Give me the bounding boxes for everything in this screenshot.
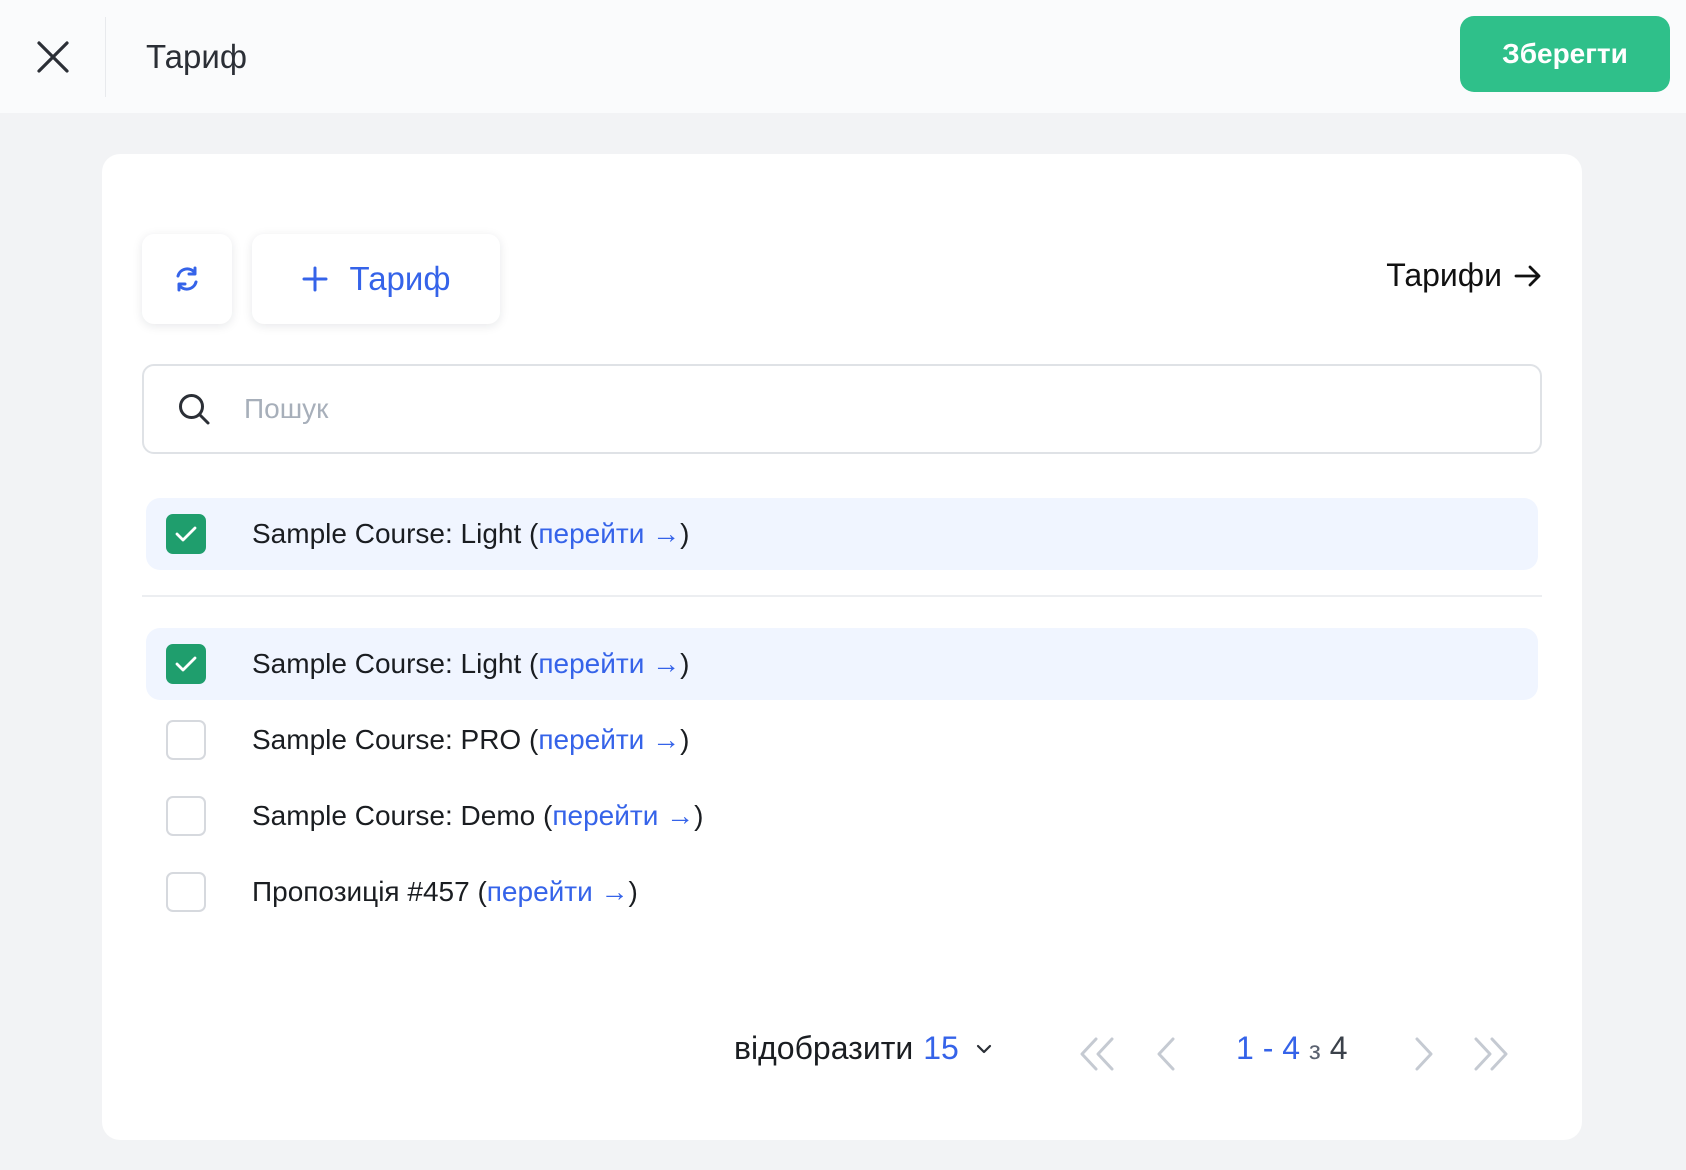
tariff-picker-card: Тариф Тарифи Sample Course: Light (перей…: [102, 154, 1582, 1140]
top-bar: Тариф Зберегти: [0, 0, 1686, 113]
list-item[interactable]: Sample Course: Demo (перейти →): [146, 780, 1538, 852]
refresh-icon: [176, 266, 198, 292]
last-page-button[interactable]: [1468, 1032, 1512, 1076]
pagination: відобразити 15 1 - 4 з 4: [102, 1022, 1582, 1082]
chevron-left-icon: [1157, 1037, 1175, 1071]
section-divider: [142, 595, 1542, 597]
close-icon: [36, 40, 69, 73]
per-page-select[interactable]: відобразити 15: [734, 1030, 993, 1067]
item-label: Пропозиція #457 (перейти →): [252, 876, 638, 907]
check-icon: [175, 526, 197, 542]
per-page-value: 15: [923, 1030, 959, 1066]
list-item[interactable]: Sample Course: Light (перейти →): [146, 628, 1538, 700]
search-input[interactable]: [244, 369, 1540, 449]
arrow-right-icon: [1514, 265, 1541, 286]
checkbox[interactable]: [166, 796, 206, 836]
item-label: Sample Course: PRO (перейти →): [252, 724, 690, 755]
search-box: [142, 364, 1542, 454]
goto-link[interactable]: перейти →: [487, 876, 629, 907]
item-label: Sample Course: Light (перейти →): [252, 518, 690, 549]
page-title: Тариф: [146, 37, 247, 75]
first-page-button[interactable]: [1076, 1032, 1120, 1076]
checkbox[interactable]: [166, 514, 206, 554]
item-label: Sample Course: Demo (перейти →): [252, 800, 704, 831]
page-range: 1 - 4 з 4: [1236, 1030, 1348, 1066]
chevron-right-icon: [1415, 1037, 1433, 1071]
toolbar: Тариф: [142, 234, 500, 324]
checkbox[interactable]: [166, 644, 206, 684]
list-item[interactable]: Пропозиція #457 (перейти →): [146, 856, 1538, 928]
tariffs-link-label: Тарифи: [1386, 257, 1502, 293]
next-page-button[interactable]: [1402, 1032, 1446, 1076]
list-item[interactable]: Sample Course: PRO (перейти →): [146, 704, 1538, 776]
chevrons-right-icon: [1474, 1037, 1508, 1071]
goto-link[interactable]: перейти →: [552, 800, 694, 831]
chevrons-left-icon: [1080, 1037, 1114, 1071]
goto-link[interactable]: перейти →: [538, 648, 680, 679]
goto-link[interactable]: перейти →: [538, 518, 680, 549]
add-tariff-label: Тариф: [349, 260, 451, 297]
tariffs-link[interactable]: Тарифи: [1386, 257, 1542, 294]
check-icon: [175, 656, 197, 672]
close-button[interactable]: [0, 16, 106, 97]
chevron-down-icon: [976, 1044, 991, 1053]
checkbox[interactable]: [166, 720, 206, 760]
item-label: Sample Course: Light (перейти →): [252, 648, 690, 679]
add-tariff-button[interactable]: Тариф: [252, 234, 500, 324]
search-icon: [179, 394, 210, 425]
save-button[interactable]: Зберегти: [1460, 16, 1670, 92]
per-page-label: відобразити: [734, 1030, 914, 1066]
refresh-button[interactable]: [142, 234, 232, 324]
prev-page-button[interactable]: [1144, 1032, 1188, 1076]
plus-icon: [302, 266, 328, 292]
checkbox[interactable]: [166, 872, 206, 912]
selected-item-row[interactable]: Sample Course: Light (перейти →): [146, 498, 1538, 570]
goto-link[interactable]: перейти →: [538, 724, 680, 755]
